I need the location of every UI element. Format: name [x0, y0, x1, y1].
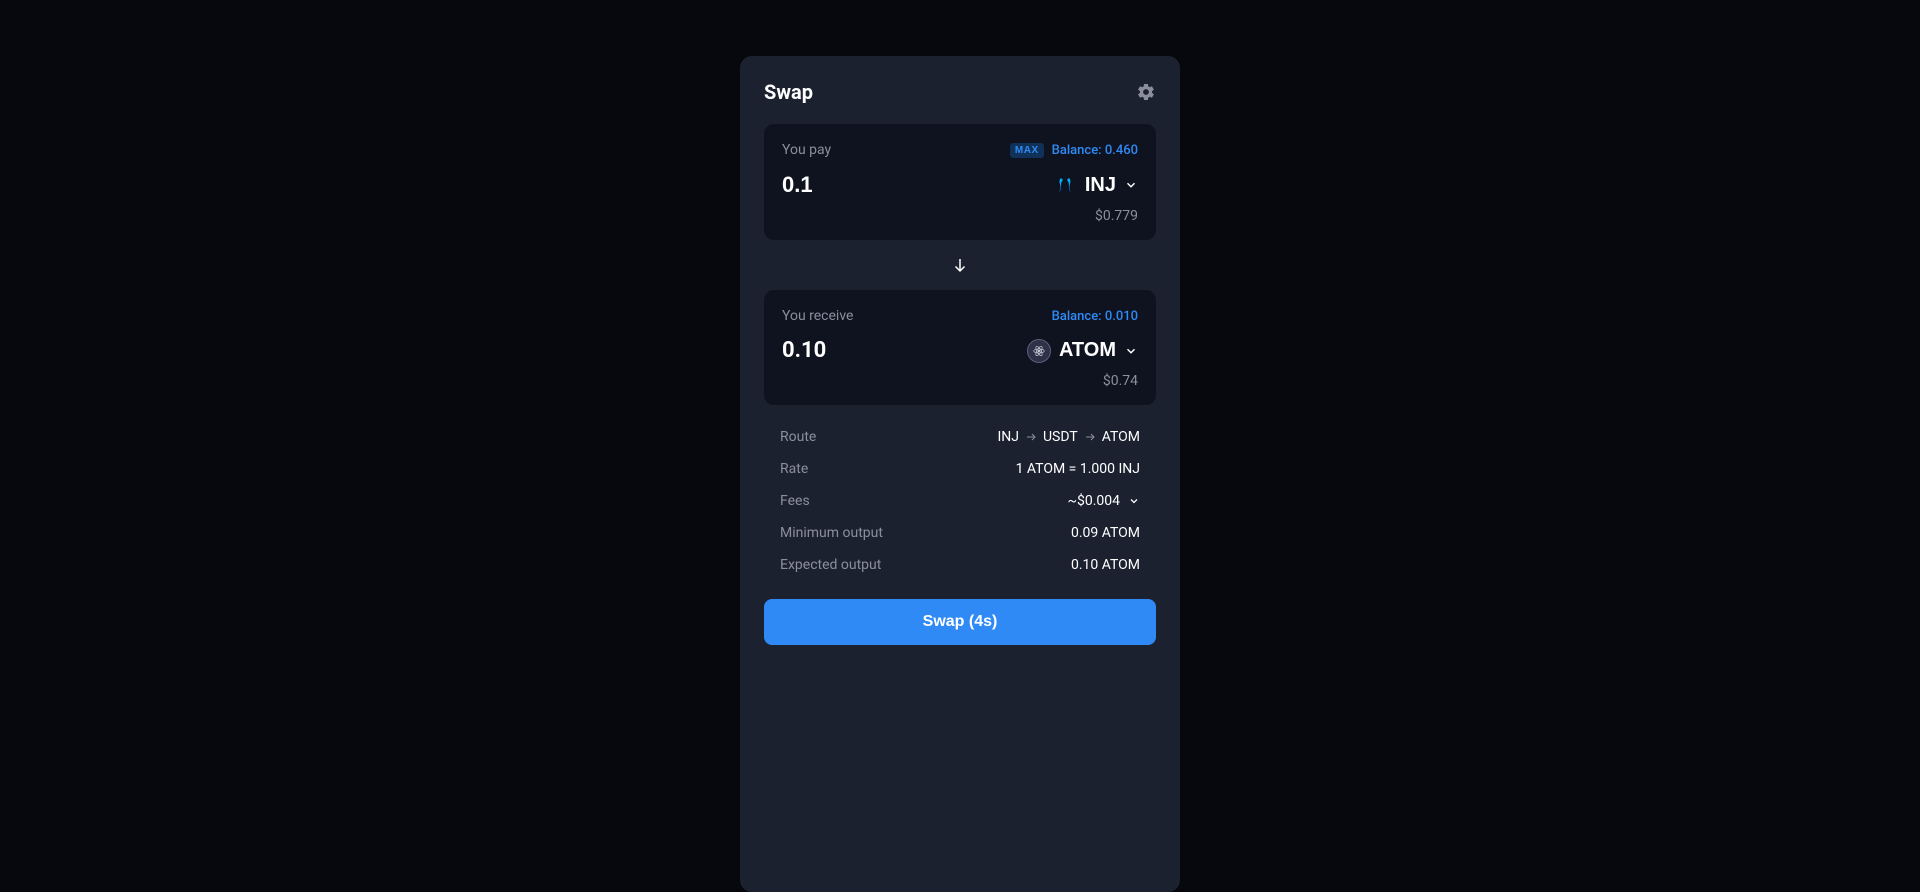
rate-row: Rate 1 ATOM = 1.000 INJ — [780, 453, 1140, 485]
inj-token-icon — [1053, 173, 1077, 197]
receive-token-symbol: ATOM — [1059, 339, 1116, 362]
swap-details: Route INJ USDT ATOM Rate 1 ATOM = 1.000 … — [764, 421, 1156, 581]
pay-panel: You pay MAX Balance: 0.460 — [764, 124, 1156, 240]
card-header: Swap — [764, 80, 1156, 104]
rate-label: Rate — [780, 461, 808, 477]
min-output-row: Minimum output 0.09 ATOM — [780, 517, 1140, 549]
swap-direction-wrap — [764, 250, 1156, 280]
route-seg-0: INJ — [997, 429, 1019, 445]
min-output-label: Minimum output — [780, 525, 883, 541]
route-seg-2: ATOM — [1102, 429, 1140, 445]
card-title: Swap — [764, 80, 813, 104]
receive-panel-top: You receive Balance: 0.010 — [782, 308, 1138, 324]
receive-balance: Balance: 0.010 — [1052, 309, 1138, 324]
route-row: Route INJ USDT ATOM — [780, 421, 1140, 453]
swap-direction-button[interactable] — [947, 252, 973, 278]
receive-amount: 0.10 — [782, 338, 826, 363]
chevron-down-icon — [1124, 344, 1138, 358]
rate-value: 1 ATOM = 1.000 INJ — [1016, 461, 1140, 477]
receive-token-select[interactable]: ATOM — [1027, 339, 1138, 363]
pay-token-symbol: INJ — [1085, 174, 1116, 197]
arrow-down-icon — [951, 256, 969, 274]
route-seg-1: USDT — [1043, 429, 1078, 445]
fees-label: Fees — [780, 493, 810, 509]
pay-panel-top: You pay MAX Balance: 0.460 — [782, 142, 1138, 158]
fees-value: ~$0.004 — [1067, 493, 1140, 509]
pay-balance-wrap: MAX Balance: 0.460 — [1010, 143, 1138, 158]
fees-row[interactable]: Fees ~$0.004 — [780, 485, 1140, 517]
max-button[interactable]: MAX — [1010, 143, 1044, 158]
expected-output-label: Expected output — [780, 557, 881, 573]
fees-value-text: ~$0.004 — [1067, 493, 1120, 509]
swap-card: Swap You pay MAX Balance: 0.460 — [740, 56, 1180, 892]
min-output-value: 0.09 ATOM — [1071, 525, 1140, 541]
pay-token-select[interactable]: INJ — [1053, 173, 1138, 197]
pay-panel-mid: INJ — [782, 172, 1138, 198]
route-label: Route — [780, 429, 816, 445]
receive-balance-wrap: Balance: 0.010 — [1052, 309, 1138, 324]
swap-button[interactable]: Swap (4s) — [764, 599, 1156, 645]
arrow-right-icon — [1084, 431, 1096, 443]
gear-icon — [1136, 82, 1156, 102]
route-value: INJ USDT ATOM — [997, 429, 1140, 445]
expected-output-row: Expected output 0.10 ATOM — [780, 549, 1140, 581]
pay-balance: Balance: 0.460 — [1052, 143, 1138, 158]
receive-label: You receive — [782, 308, 853, 324]
receive-panel-mid: 0.10 ATOM — [782, 338, 1138, 363]
pay-amount-input[interactable] — [782, 172, 922, 198]
chevron-down-icon — [1128, 495, 1140, 507]
chevron-down-icon — [1124, 178, 1138, 192]
pay-usd-value: $0.779 — [782, 208, 1138, 224]
receive-panel: You receive Balance: 0.010 0.10 ATOM — [764, 290, 1156, 405]
arrow-right-icon — [1025, 431, 1037, 443]
pay-label: You pay — [782, 142, 831, 158]
receive-usd-value: $0.74 — [782, 373, 1138, 389]
settings-button[interactable] — [1136, 82, 1156, 102]
expected-output-value: 0.10 ATOM — [1071, 557, 1140, 573]
atom-token-icon — [1027, 339, 1051, 363]
